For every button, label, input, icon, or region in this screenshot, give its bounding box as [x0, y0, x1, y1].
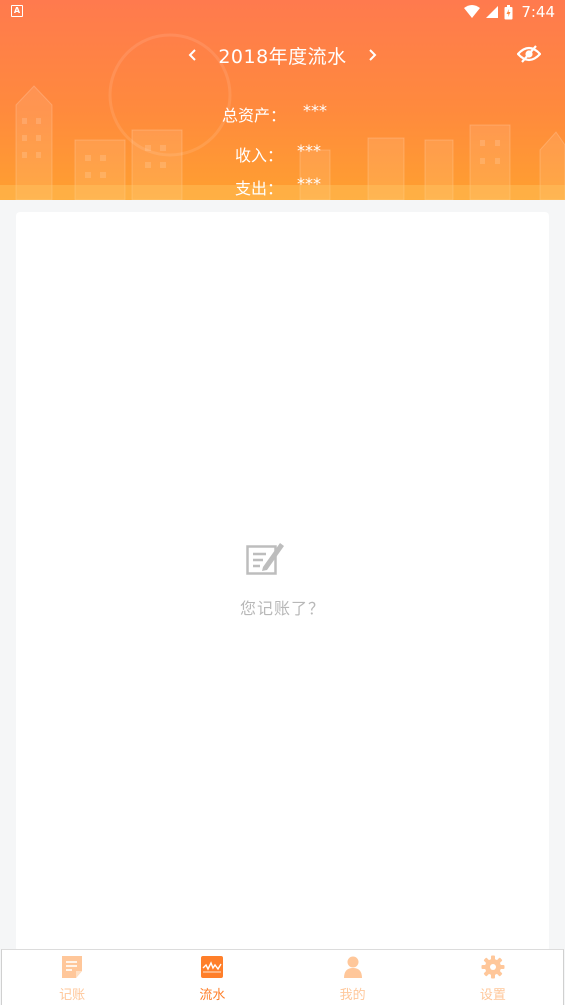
chevron-left-icon: [188, 49, 197, 61]
notification-icon: A: [11, 5, 23, 17]
note-icon: [62, 956, 83, 978]
tab-label: 我的: [339, 988, 366, 1003]
tab-label: 设置: [479, 988, 506, 1003]
total-assets-label: 总资产：: [222, 106, 287, 125]
total-assets-value: ***: [303, 101, 327, 120]
header: A 7:44 2018年度流水 总资产： *** 收入： *** 支出： ***: [0, 0, 565, 200]
empty-state-text: 您记账了？: [239, 599, 325, 618]
tab-profile[interactable]: 我的: [283, 950, 423, 1005]
page-title: 2018年度流水: [218, 45, 347, 68]
city-skyline-illustration: [0, 33, 565, 200]
toggle-visibility-button[interactable]: [516, 44, 542, 64]
year-selector: 2018年度流水: [0, 38, 565, 72]
tab-settings[interactable]: 设置: [423, 950, 563, 1005]
bottom-tab-bar: 记账 流水 我的 设置: [1, 949, 564, 1005]
wave-chart-icon: [201, 956, 224, 978]
tab-label: 流水: [199, 988, 226, 1003]
user-icon: [343, 956, 362, 978]
wifi-icon: [464, 5, 481, 18]
signal-icon: [486, 6, 499, 18]
expense-value: ***: [297, 174, 321, 193]
status-bar: A 7:44: [0, 0, 565, 24]
gear-icon: [481, 955, 505, 979]
tab-flow[interactable]: 流水: [142, 950, 282, 1005]
battery-icon: [504, 4, 513, 19]
edit-note-icon: [246, 543, 284, 575]
income-value: ***: [297, 141, 321, 160]
prev-year-button[interactable]: [180, 40, 206, 70]
clock: 7:44: [521, 3, 555, 21]
next-year-button[interactable]: [359, 40, 385, 70]
transaction-list-card: [16, 212, 549, 952]
tab-bookkeeping[interactable]: 记账: [2, 950, 142, 1005]
chevron-right-icon: [368, 49, 377, 61]
income-label: 收入：: [235, 146, 284, 165]
tab-label: 记账: [59, 988, 86, 1003]
eye-off-icon: [516, 45, 542, 63]
expense-label: 支出：: [235, 179, 284, 198]
